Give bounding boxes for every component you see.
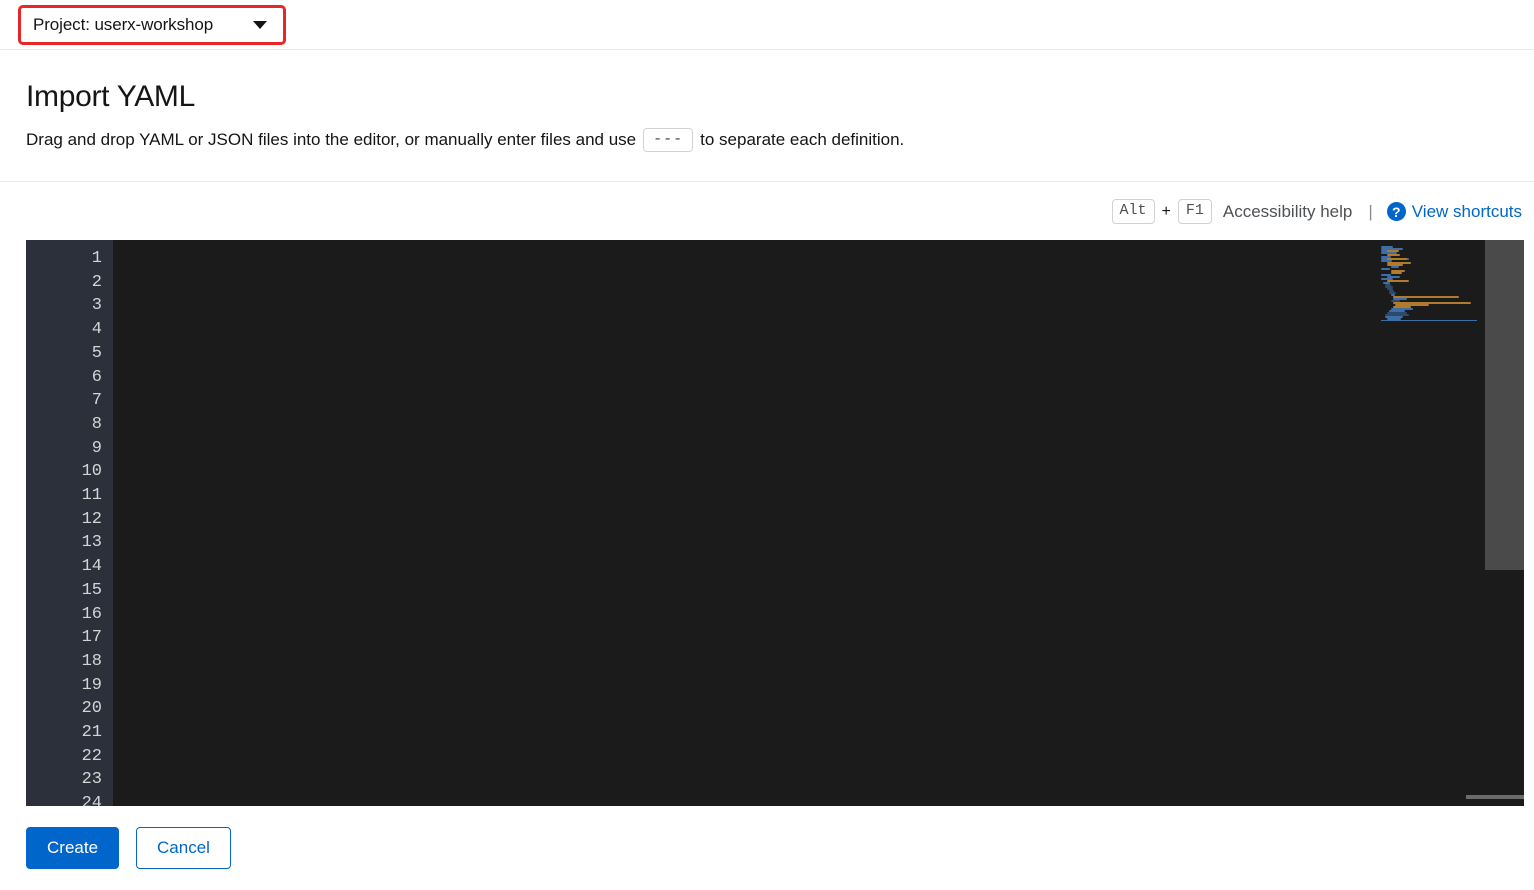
editor-line-number: 16 xyxy=(81,604,102,624)
create-button[interactable]: Create xyxy=(26,827,120,869)
editor-line-number: 12 xyxy=(81,509,102,529)
editor-line-number-gutter: 1 2 3 4 5 6 7 8 9 10 11 12 13 14 15 16 17 18 19 20 21 22 23 24 xyxy=(26,240,113,806)
cancel-button[interactable]: Cancel xyxy=(136,827,231,869)
editor-line-number: 6 xyxy=(91,367,102,387)
view-shortcuts-link[interactable]: ? View shortcuts xyxy=(1386,201,1522,222)
accessibility-help-label: Accessibility help xyxy=(1222,201,1353,221)
editor-line-number: 13 xyxy=(81,533,102,553)
page-header: Import YAML Drag and drop YAML or JSON f… xyxy=(0,50,1534,182)
editor-line-number: 7 xyxy=(91,391,102,411)
editor-line-number: 17 xyxy=(81,628,102,648)
page-description-before: Drag and drop YAML or JSON files into th… xyxy=(26,130,637,149)
masthead: Project: userx-workshop xyxy=(0,0,1534,50)
editor-line-number: 18 xyxy=(81,651,102,671)
editor-vertical-scrollbar[interactable] xyxy=(1485,240,1524,806)
editor-minimap[interactable] xyxy=(1379,240,1485,806)
editor-horizontal-scrollbar-thumb[interactable] xyxy=(1466,795,1524,799)
editor-line-number: 8 xyxy=(91,414,102,434)
page-title: Import YAML xyxy=(26,80,195,113)
editor-line-number: 4 xyxy=(91,320,102,340)
editor-toolbar: Alt + F1 Accessibility help | ? View sho… xyxy=(0,183,1534,240)
editor-line-number: 20 xyxy=(81,699,102,719)
yaml-code-editor[interactable]: 1 2 3 4 5 6 7 8 9 10 11 12 13 14 15 16 17 18 19 20 21 22 23 24 xyxy=(26,240,1524,806)
editor-line-number: 10 xyxy=(81,462,102,482)
key-chip-f1: F1 xyxy=(1177,199,1212,224)
editor-line-number: 9 xyxy=(91,438,102,458)
editor-line-number: 1 xyxy=(91,249,102,268)
question-circle-icon: ? xyxy=(1386,202,1406,221)
page-description-after: to separate each definition. xyxy=(700,130,905,149)
editor-line-number: 21 xyxy=(81,723,102,743)
editor-line-number: 24 xyxy=(81,794,102,806)
editor-line-number: 3 xyxy=(91,296,102,316)
key-plus-separator: + xyxy=(1161,202,1171,220)
view-shortcuts-label: View shortcuts xyxy=(1411,201,1522,221)
project-selector-dropdown[interactable]: Project: userx-workshop xyxy=(18,5,286,45)
editor-line-numbers: 1 2 3 4 5 6 7 8 9 10 11 12 13 14 15 16 17 18 19 20 21 22 23 24 xyxy=(26,247,113,806)
form-action-bar: Create Cancel xyxy=(0,806,1534,890)
editor-cursor xyxy=(113,247,115,269)
yaml-separator-code-chip: --- xyxy=(643,127,694,152)
editor-line-number: 22 xyxy=(81,746,102,766)
minimap-token xyxy=(1391,266,1399,268)
editor-line-number: 23 xyxy=(81,770,102,790)
editor-line-number: 14 xyxy=(81,557,102,577)
editor-line-number: 19 xyxy=(81,675,102,695)
editor-text-area[interactable] xyxy=(113,240,1379,806)
project-selector-label: Project: userx-workshop xyxy=(33,15,214,34)
editor-vertical-scrollbar-thumb[interactable] xyxy=(1485,240,1524,570)
editor-line-number: 2 xyxy=(91,272,102,292)
key-chip-alt: Alt xyxy=(1111,199,1155,224)
minimap-token xyxy=(1387,280,1409,282)
page-description: Drag and drop YAML or JSON files into th… xyxy=(26,127,1508,153)
minimap-token xyxy=(1381,268,1390,270)
toolbar-separator: | xyxy=(1368,201,1373,221)
minimap-current-line-indicator xyxy=(1381,320,1477,321)
chevron-down-icon xyxy=(253,21,267,29)
minimap-token xyxy=(1391,272,1402,274)
editor-line-number: 15 xyxy=(81,580,102,600)
editor-line-number: 11 xyxy=(81,486,102,506)
editor-line-number: 5 xyxy=(91,343,102,363)
